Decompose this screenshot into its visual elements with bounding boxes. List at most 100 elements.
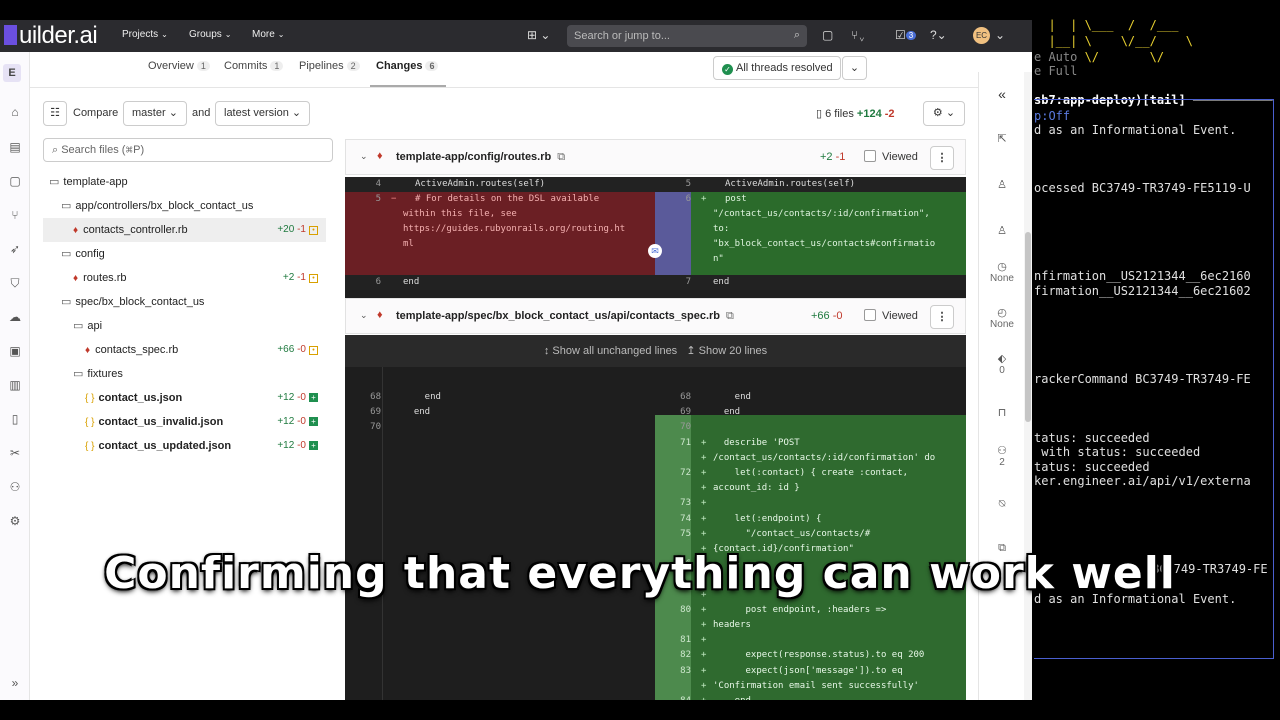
merge-requests-nav-icon[interactable]: ⑂ — [6, 208, 24, 222]
nav-projects[interactable]: Projects ⌄ — [122, 29, 168, 40]
settings-gear-icon[interactable]: ⚙ — [6, 514, 24, 528]
participants-icon[interactable]: ⚇ 2 — [979, 444, 1025, 468]
scrollbar[interactable] — [1024, 72, 1032, 700]
tree-file[interactable]: { } contact_us_invalid.json +12 -0 + — [43, 410, 326, 434]
tree-file[interactable]: { } contact_us_updated.json +12 -0 + — [43, 434, 326, 458]
tab-commits[interactable]: Commits 1 — [224, 60, 284, 72]
file-search-input[interactable]: ⌕ Search files (⌘P) — [43, 138, 333, 162]
tree-label: contacts_spec.rb — [95, 344, 179, 356]
diff-settings-button[interactable]: ⚙ ⌄ — [923, 101, 965, 126]
notifications-off-icon[interactable]: ⍉ — [979, 498, 1025, 511]
tree-file[interactable]: ♦ contacts_controller.rb +20 -1 • — [43, 218, 326, 242]
show-all-lines-button[interactable]: ↕ Show all unchanged lines — [544, 345, 677, 357]
chevron-down-icon[interactable]: ⌄ — [360, 151, 368, 162]
toggle-file-browser-button[interactable]: ☷ — [43, 101, 67, 126]
line-number: 74 — [680, 513, 691, 524]
tree-file[interactable]: ♦ contacts_spec.rb +66 -0 • — [43, 338, 326, 362]
members-icon[interactable]: ⚇ — [6, 480, 24, 494]
tab-pipelines[interactable]: Pipelines 2 — [299, 60, 360, 72]
merge-requests-icon[interactable]: ⑂⌄ — [851, 28, 865, 42]
lock-icon[interactable]: ⊓ — [979, 406, 1025, 419]
help-icon[interactable]: ?⌄ — [930, 28, 947, 42]
lines-added: +124 — [856, 108, 882, 120]
tree-file[interactable]: ♦ routes.rb +2 -1 • — [43, 266, 326, 290]
tree-folder[interactable]: ▭ config — [61, 242, 326, 266]
analytics-chart-icon[interactable]: ▥ — [6, 378, 24, 392]
added: +12 — [277, 440, 295, 451]
tab-changes[interactable]: Changes 6 — [376, 60, 439, 72]
line-number: 68 — [370, 392, 381, 402]
file-options-button[interactable]: ⋮ — [930, 305, 954, 329]
logo-text: uilder.ai — [19, 22, 98, 49]
code-line: end — [713, 277, 730, 287]
home-icon[interactable]: ⌂ — [6, 105, 24, 119]
removed: -0 — [297, 440, 306, 451]
assignee-icon[interactable]: ♙ — [979, 178, 1025, 191]
file-path[interactable]: template-app/config/routes.rb ⧉ — [396, 151, 565, 164]
chevron-down-icon[interactable]: ⌄ — [995, 28, 1005, 42]
copy-icon[interactable]: ⧉ — [726, 310, 734, 322]
threads-dropdown-button[interactable]: ⌄ — [842, 56, 867, 80]
security-shield-icon[interactable]: ⛉ — [6, 276, 24, 291]
logo[interactable]: uilder.ai — [4, 22, 98, 50]
viewed-checkbox[interactable]: Viewed — [864, 309, 918, 322]
project-avatar-icon[interactable]: E — [3, 64, 21, 82]
packages-icon[interactable]: ▣ — [6, 344, 24, 358]
collapse-sidebar-icon[interactable]: « — [979, 86, 1025, 102]
tab-label: Pipelines — [299, 60, 344, 72]
viewed-checkbox[interactable]: Viewed — [864, 150, 918, 163]
code-line: ActiveAdmin.routes(self) — [725, 179, 856, 189]
wiki-icon[interactable]: ▯ — [6, 412, 24, 426]
nav-groups[interactable]: Groups ⌄ — [189, 29, 232, 40]
removed: -0 — [832, 310, 843, 322]
tree-folder[interactable]: ▭ fixtures — [73, 362, 326, 386]
file-options-button[interactable]: ⋮ — [930, 146, 954, 170]
tree-folder[interactable]: ▭ spec/bx_block_contact_us — [61, 290, 326, 314]
todo-count-badge: 3 — [905, 31, 917, 40]
file-path[interactable]: template-app/spec/bx_block_contact_us/ap… — [396, 310, 734, 323]
code-line: end — [713, 392, 751, 402]
cicd-rocket-icon[interactable]: ➶ — [6, 242, 24, 256]
json-file-icon: { } — [85, 417, 95, 428]
time-tracking-icon[interactable]: ◴ None — [979, 306, 1025, 330]
issues-icon[interactable]: ▢ — [822, 28, 833, 42]
todos-icon[interactable]: ☑ 3 — [895, 28, 917, 42]
new-item-icon[interactable]: ⊞ ⌄ — [527, 28, 550, 42]
reviewer-icon[interactable]: ♙ — [979, 224, 1025, 237]
milestone-clock-icon[interactable]: ◷ None — [979, 260, 1025, 284]
tree-folder[interactable]: ▭ template-app — [49, 170, 326, 194]
line-number: 82 — [680, 650, 691, 661]
avatar[interactable]: EC — [973, 27, 990, 44]
threads-resolved-button[interactable]: ✓ All threads resolved — [713, 56, 841, 80]
labels-tag-icon[interactable]: ⬖ 0 — [979, 352, 1025, 376]
line-number: 70 — [370, 422, 381, 433]
tab-count: 1 — [270, 61, 284, 71]
lines-removed: -2 — [884, 108, 895, 120]
issues-nav-icon[interactable]: ▢ — [6, 174, 24, 188]
target-version-select[interactable]: latest version ⌄ — [215, 101, 311, 126]
repository-icon[interactable]: ▤ — [6, 140, 24, 154]
line-number: 75 — [680, 528, 691, 539]
tree-folder[interactable]: ▭ api — [73, 314, 326, 338]
chevron-down-icon: ⌄ — [849, 62, 860, 74]
labels-count: 0 — [999, 365, 1005, 376]
comment-icon[interactable]: ✉ — [648, 244, 662, 258]
added-file-icon: + — [309, 417, 318, 426]
todo-add-icon[interactable]: ⇱ — [979, 132, 1025, 145]
expand-sidebar-icon[interactable]: » — [6, 676, 24, 690]
deployments-icon[interactable]: ☁ — [6, 310, 24, 324]
tree-folder[interactable]: ▭ app/controllers/bx_block_contact_us — [61, 194, 326, 218]
tab-overview[interactable]: Overview 1 — [148, 60, 210, 72]
search-icon: ⌕ — [793, 29, 800, 41]
chevron-down-icon[interactable]: ⌄ — [360, 310, 368, 321]
show-20-lines-button[interactable]: ↥ Show 20 lines — [686, 345, 767, 357]
code-line: expect(response.status).to eq 200 — [713, 650, 925, 661]
scrollbar-thumb[interactable] — [1025, 232, 1031, 422]
copy-icon[interactable]: ⧉ — [557, 151, 565, 163]
source-branch-select[interactable]: master ⌄ — [123, 101, 187, 126]
tree-file[interactable]: { } contact_us.json +12 -0 + — [43, 386, 326, 410]
snippets-scissors-icon[interactable]: ✂ — [6, 446, 24, 460]
code-line: account_id: id } — [713, 483, 800, 494]
search-input[interactable]: Search or jump to... ⌕ — [567, 25, 807, 47]
nav-more[interactable]: More ⌄ — [252, 29, 285, 40]
